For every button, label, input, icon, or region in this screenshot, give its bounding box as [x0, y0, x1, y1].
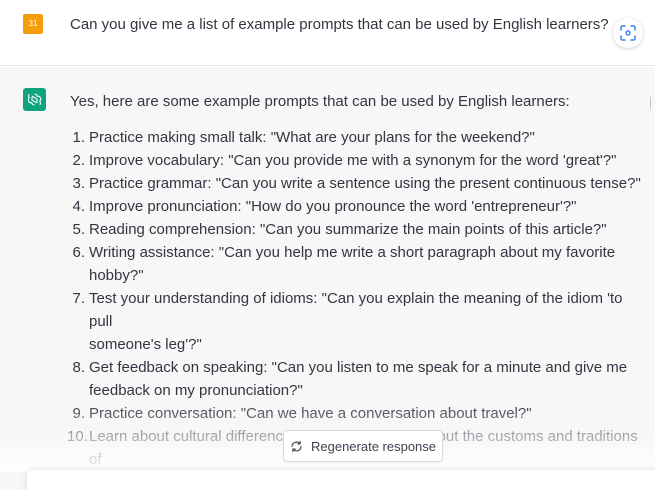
prompt-item-number: 5.: [72, 221, 85, 238]
prompt-list-item: 7. Test your understanding of idioms: "Ca…: [72, 287, 649, 356]
scan-button[interactable]: [613, 18, 643, 48]
prompt-item-line: Writing assistance: "Can you help me wri…: [89, 244, 616, 261]
prompt-item-line: Reading comprehension: "Can you summariz…: [89, 221, 607, 238]
prompt-list-item: 5. Reading comprehension: "Can you summar…: [72, 218, 649, 241]
prompt-item-number: 6.: [72, 244, 85, 261]
prompt-list-item: 8. Get feedback on speaking: "Can you lis…: [72, 356, 649, 402]
regenerate-label: Regenerate response: [310, 438, 437, 454]
prompt-item-number: 8.: [72, 359, 85, 376]
openai-logo-icon: [27, 93, 42, 106]
prompt-item-number: 2.: [72, 152, 85, 169]
prompt-list-item: 4. Improve pronunciation: "How do you pro…: [72, 195, 649, 218]
chat-page: 31 Can you give me a list of example pro…: [0, 0, 655, 490]
prompt-item-line: someone's leg'?": [89, 336, 202, 353]
user-avatar: 31: [23, 14, 43, 34]
refresh-icon: [291, 440, 302, 452]
assistant-avatar: [23, 88, 46, 111]
prompt-item-line: Test your understanding of idioms: "Can …: [89, 290, 623, 330]
message-input-box[interactable]: [27, 470, 655, 490]
scroll-edge-marker: [650, 97, 653, 109]
prompt-item-line: Improve vocabulary: "Can you provide me …: [89, 152, 617, 169]
regenerate-response-button[interactable]: Regenerate response: [283, 430, 443, 462]
user-message-text: Can you give me a list of example prompt…: [70, 16, 609, 33]
prompt-list-item: 3. Practice grammar: "Can you write a sen…: [72, 172, 649, 195]
prompt-item-number: 7.: [72, 290, 85, 307]
prompt-item-line: Practice grammar: "Can you write a sente…: [89, 175, 641, 192]
prompt-item-number: 4.: [72, 198, 85, 215]
prompt-item-line: feedback on my pronunciation?": [89, 382, 303, 399]
prompt-item-line: Get feedback on speaking: "Can you liste…: [89, 359, 628, 376]
prompt-list-item: 2. Improve vocabulary: "Can you provide m…: [72, 149, 649, 172]
scan-icon: [620, 25, 636, 41]
user-message-row: 31 Can you give me a list of example pro…: [0, 0, 655, 66]
prompt-item-number: 3.: [72, 175, 85, 192]
prompt-item-line: Improve pronunciation: "How do you prono…: [89, 198, 577, 215]
prompt-item-line: hobby?": [89, 267, 144, 284]
assistant-intro-text: Yes, here are some example prompts that …: [70, 93, 570, 110]
prompt-list-item: 1. Practice making small talk: "What are …: [72, 126, 649, 149]
prompt-list-item: 6. Writing assistance: "Can you help me w…: [72, 241, 649, 287]
prompt-item-number: 1.: [72, 129, 85, 146]
prompt-item-line: Practice making small talk: "What are yo…: [89, 129, 535, 146]
